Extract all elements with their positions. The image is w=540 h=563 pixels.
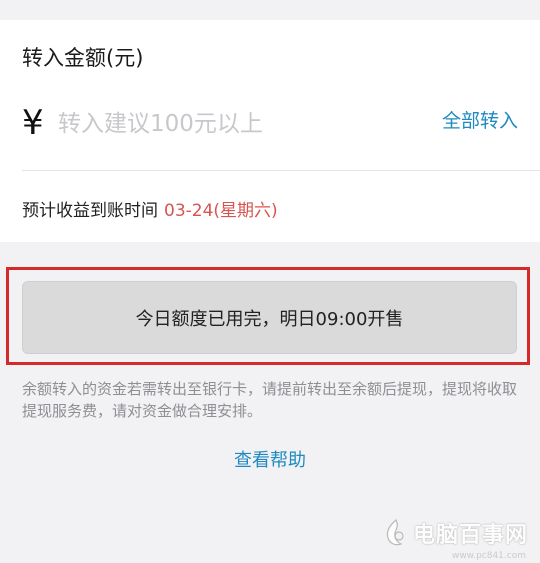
- arrival-date: 03-24(星期六): [164, 201, 278, 221]
- transfer-amount-title: 转入金额(元): [22, 46, 144, 70]
- divider: [22, 170, 540, 171]
- watermark-subtext: www.pc841.com: [451, 551, 526, 561]
- arrival-time-label: 预计收益到账时间: [22, 201, 158, 221]
- watermark-logo-icon: [386, 519, 404, 546]
- arrival-time-row: 预计收益到账时间 03-24(星期六): [22, 196, 278, 221]
- watermark-text: 电脑百事网: [412, 523, 528, 548]
- amount-input[interactable]: [58, 104, 398, 144]
- transfer-notice-text: 余额转入的资金若需转出至银行卡，请提前转出至余额后提现，提现将收取提现服务费，请…: [22, 380, 518, 420]
- watermark: 电脑百事网 www.pc841.com: [383, 517, 528, 561]
- view-help-link[interactable]: 查看帮助: [0, 446, 540, 472]
- top-spacer: [0, 0, 540, 20]
- quota-used-up-button[interactable]: 今日额度已用完，明日09:00开售: [22, 281, 517, 354]
- transfer-all-link[interactable]: 全部转入: [442, 106, 518, 133]
- currency-symbol: ¥: [22, 103, 44, 143]
